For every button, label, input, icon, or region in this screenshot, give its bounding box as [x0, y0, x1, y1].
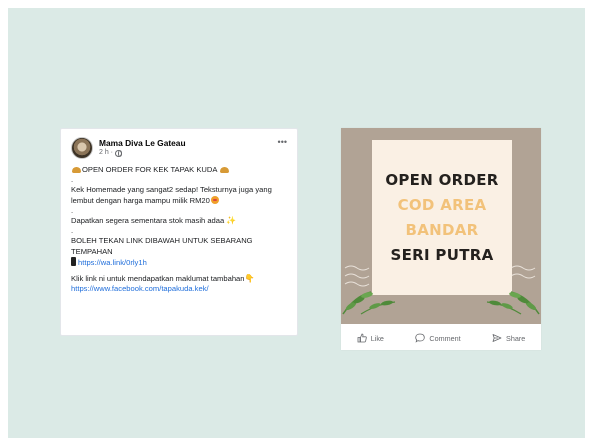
graphic-line: COD AREA [397, 195, 487, 214]
comment-icon [415, 333, 426, 343]
post-line-text: OPEN ORDER FOR KEK TAPAK KUDA [82, 165, 218, 174]
image-post-card: OPEN ORDER COD AREA BANDAR SERI PUTRA Li… [341, 128, 541, 350]
post-line: BOLEH TEKAN LINK DIBAWAH UNTUK SEBARANG … [71, 236, 253, 256]
graphic-line: SERI PUTRA [390, 245, 494, 264]
sparkle-icon: ✨ [226, 216, 237, 226]
post-line: Dapatkan segera sementara stok masih ada… [71, 216, 289, 226]
post-line: . [71, 205, 74, 215]
post-line: OPEN ORDER FOR KEK TAPAK KUDA [71, 165, 289, 175]
bun-icon [72, 167, 81, 173]
post-time[interactable]: 2 h · [99, 148, 113, 158]
heart-eyes-face-icon [210, 195, 219, 204]
share-label: Share [506, 333, 526, 343]
author-name[interactable]: Mama Diva Le Gateau [99, 138, 186, 148]
comment-button[interactable]: Comment [415, 333, 461, 343]
post-body: OPEN ORDER FOR KEK TAPAK KUDA . Kek Home… [71, 165, 289, 294]
globe-icon [115, 149, 123, 157]
share-icon [492, 334, 502, 342]
post-line: Kek Homemade yang sangat2 sedap! Tekstur… [71, 185, 289, 205]
post-header: Mama Diva Le Gateau 2 h · ••• [71, 137, 289, 165]
graphic-line: OPEN ORDER [385, 170, 499, 189]
graphic-line: BANDAR [405, 220, 479, 239]
like-icon [357, 333, 367, 343]
avatar[interactable] [71, 137, 93, 159]
post-meta: 2 h · [99, 148, 186, 158]
facebook-post: Mama Diva Le Gateau 2 h · ••• OPEN ORDER… [60, 128, 298, 336]
promo-graphic[interactable]: OPEN ORDER COD AREA BANDAR SERI PUTRA [341, 128, 541, 324]
comment-label: Comment [429, 333, 461, 343]
post-line: https://wa.link/0rly1h [71, 256, 289, 268]
post-header-text: Mama Diva Le Gateau 2 h · [99, 138, 186, 158]
post-line-text: Kek Homemade yang sangat2 sedap! Tekstur… [71, 185, 272, 205]
post-line-text: Dapatkan segera sementara stok masih ada… [71, 216, 225, 226]
pointing-hand-icon: 👇 [244, 274, 255, 284]
bun-icon [220, 167, 230, 173]
post-line: . [71, 175, 74, 185]
post-action-bar: Like Comment Share [341, 326, 541, 350]
facebook-page-link[interactable]: https://www.facebook.com/tapakuda.kek/ [71, 284, 209, 293]
like-label: Like [370, 333, 384, 343]
leaves-left-decoration [342, 291, 396, 315]
screenshot-background: Mama Diva Le Gateau 2 h · ••• OPEN ORDER… [8, 8, 585, 438]
graphic-panel: OPEN ORDER COD AREA BANDAR SERI PUTRA [372, 140, 512, 295]
post-line: . [71, 226, 74, 236]
whatsapp-link[interactable]: https://wa.link/0rly1h [78, 258, 147, 267]
post-line: Klik link ni untuk mendapatkan maklumat … [71, 274, 289, 284]
phone-icon [71, 256, 76, 266]
post-line-text: Klik link ni untuk mendapatkan maklumat … [71, 274, 245, 284]
leaves-right-decoration [486, 291, 540, 315]
share-button[interactable]: Share [492, 333, 525, 343]
like-button[interactable]: Like [357, 333, 384, 343]
more-options-icon[interactable]: ••• [278, 137, 287, 147]
post-line: https://www.facebook.com/tapakuda.kek/ [71, 284, 289, 294]
